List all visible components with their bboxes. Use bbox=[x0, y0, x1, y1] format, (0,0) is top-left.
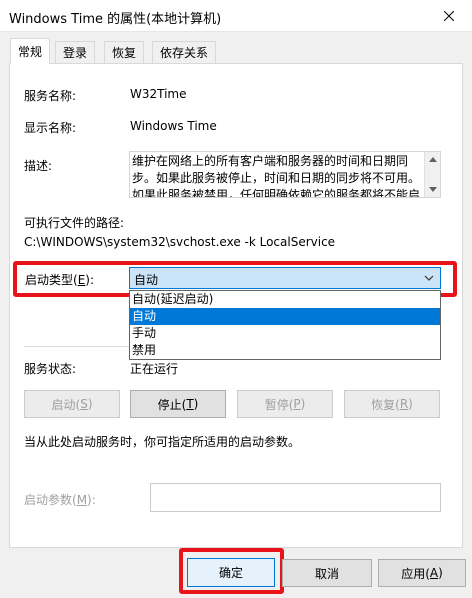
apply-button[interactable]: 应用(A) bbox=[378, 559, 466, 587]
display-name-value: Windows Time bbox=[130, 119, 217, 133]
close-icon bbox=[444, 11, 454, 21]
start-params-hint: 当从此处启动服务时，你可指定所适用的启动参数。 bbox=[24, 435, 301, 449]
startup-type-dropdown: 自动(延迟启动) 自动 手动 禁用 bbox=[129, 290, 441, 360]
tab-general-label: 常规 bbox=[18, 45, 43, 59]
tab-recovery-label: 恢复 bbox=[112, 46, 137, 60]
cancel-button-label: 取消 bbox=[314, 566, 339, 581]
service-name-value: W32Time bbox=[130, 87, 187, 101]
tab-logon[interactable]: 登录 bbox=[55, 41, 96, 63]
tab-logon-label: 登录 bbox=[63, 46, 88, 60]
startup-option-disabled[interactable]: 禁用 bbox=[130, 342, 440, 359]
chevron-down-icon bbox=[424, 275, 434, 281]
scroll-down-icon[interactable] bbox=[429, 187, 437, 192]
ok-button[interactable]: 确定 bbox=[187, 558, 275, 587]
startup-type-value: 自动 bbox=[134, 273, 159, 287]
tab-dependencies[interactable]: 依存关系 bbox=[152, 41, 217, 63]
description-scrollbar[interactable] bbox=[424, 152, 440, 197]
startup-option-auto-delayed[interactable]: 自动(延迟启动) bbox=[130, 291, 440, 308]
start-params-input[interactable] bbox=[150, 483, 441, 512]
tab-recovery[interactable]: 恢复 bbox=[104, 41, 145, 63]
tab-dependencies-label: 依存关系 bbox=[160, 46, 209, 60]
startup-type-select[interactable]: 自动 bbox=[129, 267, 441, 289]
startup-type-label: 启动类型(E): bbox=[25, 273, 95, 287]
start-button[interactable]: 启动(S) bbox=[24, 390, 120, 418]
startup-option-manual[interactable]: 手动 bbox=[130, 325, 440, 342]
exe-path-label: 可执行文件的路径: bbox=[24, 216, 125, 230]
ok-button-label: 确定 bbox=[218, 566, 243, 580]
exe-path-value: C:\WINDOWS\system32\svchost.exe -k Local… bbox=[24, 235, 336, 249]
stop-button[interactable]: 停止(T) bbox=[130, 390, 226, 418]
description-label: 描述: bbox=[24, 159, 53, 173]
service-status-label: 服务状态: bbox=[24, 362, 77, 376]
description-box[interactable]: 维护在网络上的所有客户端和服务器的时间和日期同步。如果此服务被停止，时间和日期的… bbox=[129, 151, 441, 198]
cancel-button[interactable]: 取消 bbox=[282, 559, 372, 587]
pause-button[interactable]: 暂停(P) bbox=[237, 390, 333, 418]
resume-button[interactable]: 恢复(R) bbox=[344, 390, 440, 418]
description-text: 维护在网络上的所有客户端和服务器的时间和日期同步。如果此服务被停止，时间和日期的… bbox=[132, 154, 421, 198]
window-title: Windows Time 的属性(本地计算机) bbox=[9, 12, 222, 27]
scroll-up-icon[interactable] bbox=[429, 157, 437, 162]
title-bar: Windows Time 的属性(本地计算机) bbox=[0, 0, 472, 32]
display-name-label: 显示名称: bbox=[24, 121, 77, 135]
start-params-label: 启动参数(M): bbox=[24, 493, 96, 507]
close-button[interactable] bbox=[426, 0, 472, 32]
service-name-label: 服务名称: bbox=[24, 89, 77, 103]
service-status-value: 正在运行 bbox=[130, 362, 179, 376]
tab-general[interactable]: 常规 bbox=[10, 38, 51, 64]
startup-option-auto[interactable]: 自动 bbox=[130, 308, 440, 325]
